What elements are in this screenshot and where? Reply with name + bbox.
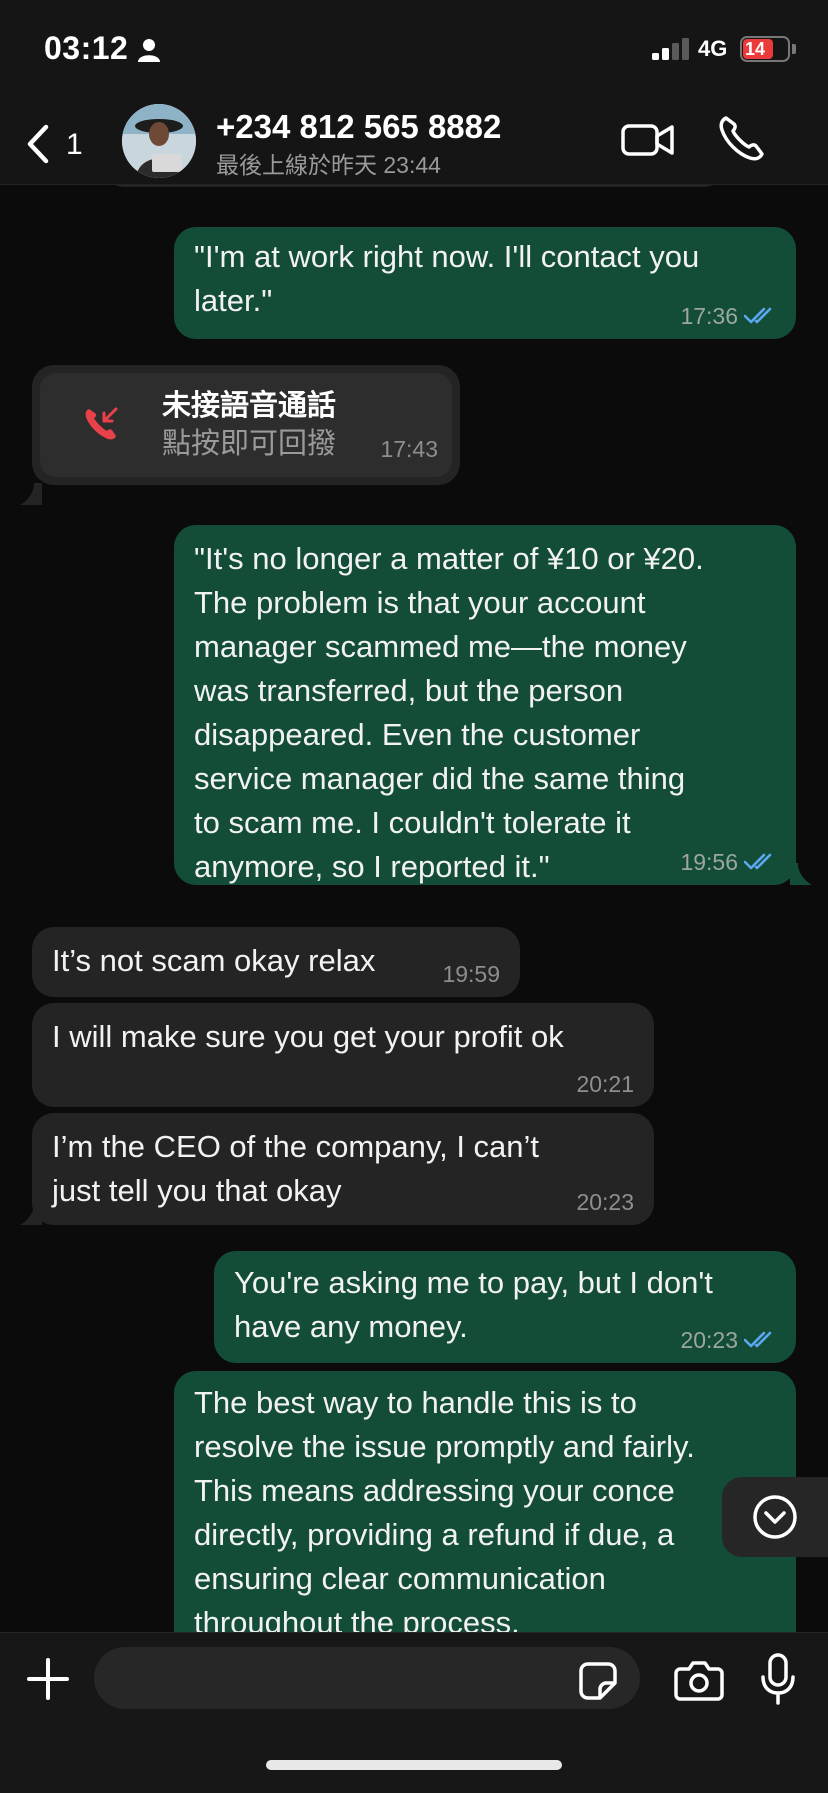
message-text: "It's no longer a matter of ¥10 or ¥20. …	[194, 541, 704, 884]
unread-count: 1	[66, 128, 83, 161]
person-icon	[138, 39, 160, 62]
partial-message-bubble	[104, 185, 724, 187]
status-bar: 03:12 4G 14	[0, 0, 828, 100]
last-seen-status: 最後上線於昨天 23:44	[216, 152, 441, 178]
home-indicator[interactable]	[266, 1760, 562, 1770]
message-text: It’s not scam okay relax	[52, 943, 376, 978]
message-time: 17:43	[380, 436, 438, 462]
message-time: 20:23	[680, 1327, 738, 1353]
missed-call-icon	[85, 407, 118, 440]
camera-icon[interactable]	[674, 1659, 724, 1701]
message-text: I will make sure you get your profit ok	[52, 1019, 564, 1054]
scroll-to-bottom-button[interactable]	[722, 1477, 828, 1557]
message-text: I’m the CEO of the company, I can’t just…	[52, 1129, 540, 1208]
outgoing-message[interactable]: "I'm at work right now. I'll contact you…	[174, 227, 796, 339]
signal-strength-icon	[652, 38, 689, 60]
missed-call-subtitle: 點按即可回撥	[162, 428, 337, 460]
message-meta: 17:36	[680, 303, 776, 329]
incoming-message[interactable]: I’m the CEO of the company, I can’t just…	[32, 1113, 654, 1225]
message-meta: 20:21	[576, 1071, 634, 1097]
message-input[interactable]	[94, 1647, 640, 1709]
battery-level: 14	[745, 39, 766, 59]
message-time: 20:23	[576, 1189, 634, 1215]
avatar-image	[122, 104, 196, 178]
chevron-left-icon	[27, 124, 49, 164]
plus-icon[interactable]	[26, 1657, 70, 1701]
outgoing-message[interactable]: The best way to handle this is to resolv…	[174, 1371, 796, 1632]
incoming-message[interactable]: I will make sure you get your profit ok …	[32, 1003, 654, 1107]
message-text: The best way to handle this is to resolv…	[194, 1385, 695, 1632]
back-button[interactable]: 1	[20, 110, 90, 170]
contact-name[interactable]: +234 812 565 8882	[216, 108, 501, 146]
double-check-icon	[744, 1331, 772, 1348]
outgoing-message[interactable]: You're asking me to pay, but I don't hav…	[214, 1251, 796, 1363]
battery-cap	[792, 44, 796, 54]
battery-icon: 14	[740, 36, 790, 62]
chevron-down-circle-icon	[753, 1495, 797, 1539]
message-time: 20:21	[576, 1071, 634, 1097]
microphone-icon[interactable]	[760, 1653, 796, 1705]
chat-messages[interactable]: "I'm at work right now. I'll contact you…	[0, 185, 828, 1632]
phone-icon[interactable]	[716, 114, 766, 164]
missed-call-card[interactable]: 未接語音通話 點按即可回撥 17:43	[40, 373, 452, 477]
message-meta: 20:23	[680, 1327, 776, 1353]
chat-header: 1 +234 812 565 8882 最後上線於昨天 23:44	[0, 100, 828, 185]
sticker-icon[interactable]	[578, 1661, 618, 1701]
message-meta: 20:23	[576, 1189, 634, 1215]
outgoing-message[interactable]: "It's no longer a matter of ¥10 or ¥20. …	[174, 525, 796, 885]
double-check-icon	[744, 307, 772, 324]
video-camera-icon[interactable]	[620, 118, 676, 162]
missed-call-message[interactable]: 未接語音通話 點按即可回撥 17:43	[32, 365, 460, 485]
message-meta: 19:56	[680, 849, 776, 875]
message-time: 19:56	[680, 849, 738, 875]
bubble-tail	[20, 483, 42, 505]
message-time: 17:36	[680, 303, 738, 329]
message-time: 19:59	[442, 961, 500, 987]
network-type: 4G	[698, 36, 728, 61]
double-check-icon	[744, 853, 772, 870]
missed-call-title: 未接語音通話	[162, 390, 337, 422]
contact-avatar[interactable]	[122, 104, 196, 178]
incoming-message[interactable]: It’s not scam okay relax 19:59	[32, 927, 520, 997]
message-meta: 19:59	[442, 961, 500, 987]
status-time: 03:12	[44, 30, 129, 66]
